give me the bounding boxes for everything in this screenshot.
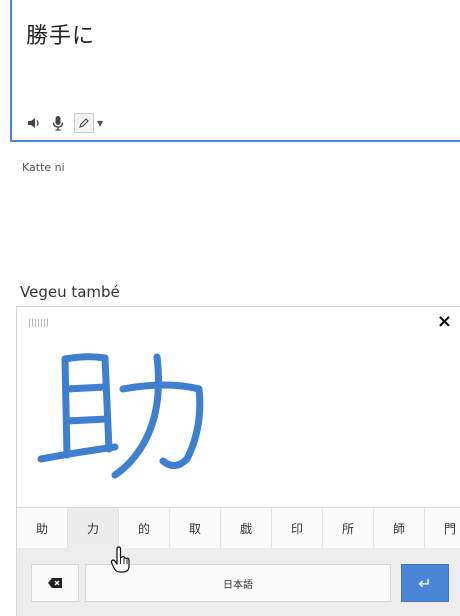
handwriting-canvas[interactable] [17,337,460,509]
romanization-text: Katte ni [22,161,65,174]
candidate-item[interactable]: 所 [323,508,374,548]
ink-stroke [37,443,119,463]
speaker-icon[interactable] [26,115,42,131]
ink-stroke [63,383,109,393]
pencil-icon[interactable] [74,113,94,133]
candidate-item[interactable]: 取 [170,508,221,548]
translate-page: 勝手に ▼ Katte ni Vegeu també × 助 力 的 取 戯 印… [0,0,460,616]
drag-handle-icon[interactable] [29,319,49,327]
source-text[interactable]: 勝手に [26,18,95,50]
candidate-bar: 助 力 的 取 戯 印 所 師 門 [17,507,460,549]
handwritten-ink [37,353,204,479]
handwriting-panel: × 助 力 的 取 戯 印 所 師 門 日本語 ↵ [16,306,460,616]
candidate-item[interactable]: 力 [68,508,119,548]
ink-stroke [111,353,162,479]
candidate-item[interactable]: 門 [425,508,460,548]
close-button[interactable]: × [437,313,452,331]
enter-button[interactable]: ↵ [401,564,449,602]
backspace-button[interactable] [31,564,79,602]
candidate-item[interactable]: 印 [272,508,323,548]
ink-stroke [63,415,111,425]
candidate-item[interactable]: 助 [17,508,68,548]
handwriting-toggle[interactable]: ▼ [74,113,103,133]
caret-down-icon[interactable]: ▼ [97,119,103,128]
candidate-item[interactable]: 的 [119,508,170,548]
hand-cursor-icon [110,546,130,573]
source-toolbar: ▼ [26,112,103,134]
keyboard-row: 日本語 ↵ [17,548,460,616]
ink-stroke [61,353,113,453]
see-also-heading: Vegeu també [20,283,120,301]
ink-stroke [61,355,71,459]
microphone-icon[interactable] [50,115,66,131]
backspace-icon [48,578,62,588]
candidate-item[interactable]: 戯 [221,508,272,548]
candidate-item[interactable]: 師 [374,508,425,548]
source-input-box[interactable]: 勝手に ▼ [10,0,460,142]
